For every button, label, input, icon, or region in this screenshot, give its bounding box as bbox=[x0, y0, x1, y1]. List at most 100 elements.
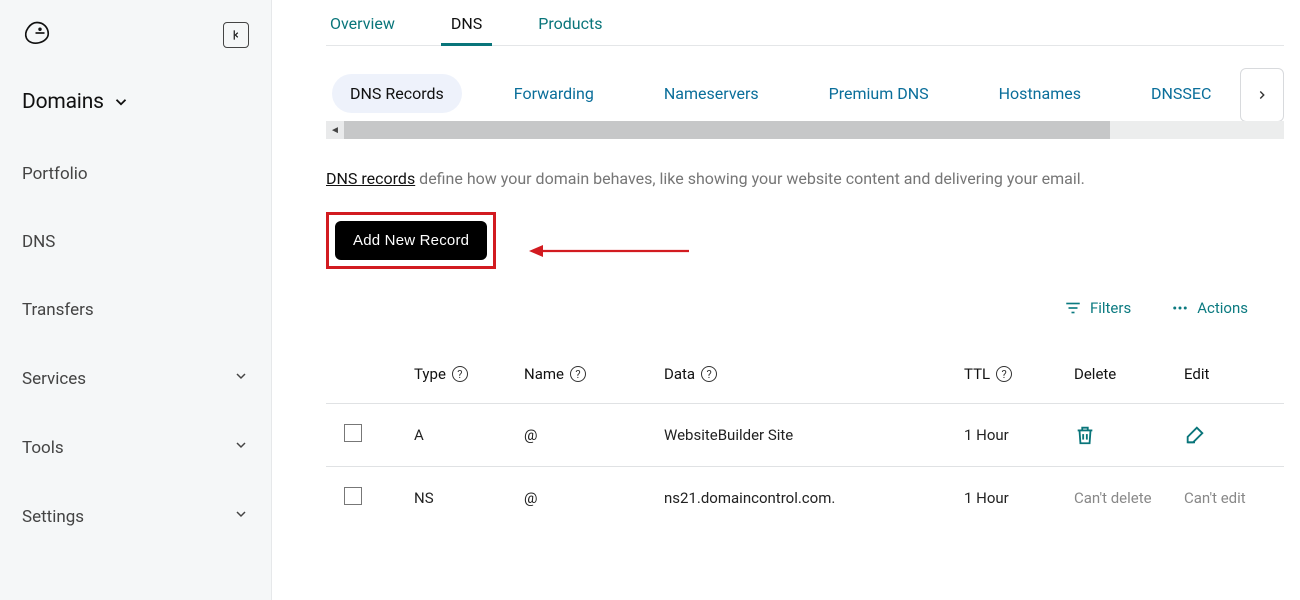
sidebar-item-label: Transfers bbox=[22, 300, 94, 320]
scrollbar-left-arrow-icon[interactable]: ◄ bbox=[326, 121, 344, 139]
subnav-scrollbar[interactable]: ◄ bbox=[326, 121, 1284, 139]
subnav-label: Premium DNS bbox=[829, 84, 929, 103]
col-edit: Edit bbox=[1184, 365, 1284, 383]
table-row: NS @ ns21.domaincontrol.com. 1 Hour Can'… bbox=[326, 467, 1284, 529]
row-ttl: 1 Hour bbox=[964, 489, 1074, 507]
subnav-forwarding[interactable]: Forwarding bbox=[496, 74, 612, 113]
collapse-sidebar-button[interactable] bbox=[223, 22, 249, 48]
tab-products[interactable]: Products bbox=[534, 14, 606, 45]
more-horizontal-icon bbox=[1171, 299, 1189, 317]
sidebar-item-portfolio[interactable]: Portfolio bbox=[0, 140, 271, 208]
subnav-label: Forwarding bbox=[514, 84, 594, 103]
filters-button[interactable]: Filters bbox=[1064, 299, 1131, 317]
col-delete: Delete bbox=[1074, 365, 1184, 383]
row-checkbox[interactable] bbox=[344, 487, 362, 505]
sidebar-heading-label: Domains bbox=[22, 90, 104, 114]
row-ttl: 1 Hour bbox=[964, 426, 1074, 444]
main-content: Overview DNS Products DNS Records Forwar… bbox=[272, 0, 1300, 600]
subnav: DNS Records Forwarding Nameservers Premi… bbox=[326, 74, 1284, 113]
help-icon[interactable]: ? bbox=[452, 366, 468, 382]
subnav-label: DNSSEC bbox=[1151, 84, 1211, 103]
sidebar-item-label: DNS bbox=[22, 232, 55, 252]
row-data: ns21.domaincontrol.com. bbox=[664, 489, 964, 507]
records-toolbar: Filters Actions bbox=[326, 299, 1284, 317]
chevron-down-icon bbox=[233, 506, 249, 527]
subnav-dnssec[interactable]: DNSSEC bbox=[1133, 74, 1229, 113]
row-delete-cell bbox=[1074, 424, 1184, 446]
tab-label: DNS bbox=[451, 14, 482, 33]
sidebar-item-label: Tools bbox=[22, 438, 64, 458]
row-delete-disabled: Can't delete bbox=[1074, 489, 1184, 507]
col-label: Edit bbox=[1184, 365, 1209, 383]
trash-icon[interactable] bbox=[1074, 424, 1096, 446]
subnav-label: Nameservers bbox=[664, 84, 759, 103]
table-header-row: Type ? Name ? Data ? TTL ? Delete Edit bbox=[326, 345, 1284, 404]
subnav-hostnames[interactable]: Hostnames bbox=[981, 74, 1099, 113]
sidebar-item-services[interactable]: Services bbox=[0, 344, 271, 413]
scrollbar-track-end bbox=[1110, 121, 1284, 139]
annotation-arrow-icon bbox=[529, 241, 689, 261]
col-ttl: TTL ? bbox=[964, 365, 1074, 383]
row-name: @ bbox=[524, 489, 664, 507]
col-data: Data ? bbox=[664, 365, 964, 383]
col-label: Data bbox=[664, 365, 695, 383]
subnav-wrap: DNS Records Forwarding Nameservers Premi… bbox=[326, 74, 1284, 139]
tab-label: Overview bbox=[330, 14, 395, 33]
col-name: Name ? bbox=[524, 365, 664, 383]
dns-records-link[interactable]: DNS records bbox=[326, 169, 415, 188]
chevron-right-icon bbox=[1255, 88, 1269, 102]
actions-label: Actions bbox=[1197, 299, 1248, 317]
help-icon[interactable]: ? bbox=[996, 366, 1012, 382]
col-label: Type bbox=[414, 365, 446, 383]
chevron-down-icon bbox=[233, 368, 249, 389]
dns-description-text: define how your domain behaves, like sho… bbox=[415, 169, 1085, 188]
row-checkbox-cell bbox=[344, 487, 414, 509]
sidebar: Domains Portfolio DNS Transfers Services… bbox=[0, 0, 272, 600]
sidebar-item-label: Settings bbox=[22, 507, 84, 527]
row-checkbox[interactable] bbox=[344, 424, 362, 442]
add-record-highlight-box: Add New Record bbox=[326, 212, 496, 269]
sidebar-item-dns[interactable]: DNS bbox=[0, 208, 271, 276]
sidebar-top bbox=[0, 18, 271, 82]
subnav-scroll-right-button[interactable] bbox=[1240, 68, 1284, 122]
tab-overview[interactable]: Overview bbox=[326, 14, 399, 45]
table-row: A @ WebsiteBuilder Site 1 Hour bbox=[326, 404, 1284, 467]
actions-button[interactable]: Actions bbox=[1171, 299, 1248, 317]
row-name: @ bbox=[524, 426, 664, 444]
subnav-premium-dns[interactable]: Premium DNS bbox=[811, 74, 947, 113]
sidebar-item-tools[interactable]: Tools bbox=[0, 413, 271, 482]
top-tabs: Overview DNS Products bbox=[326, 0, 1284, 46]
filters-label: Filters bbox=[1090, 299, 1131, 317]
col-label: TTL bbox=[964, 365, 990, 383]
sidebar-item-label: Services bbox=[22, 369, 86, 389]
edit-icon[interactable] bbox=[1184, 424, 1206, 446]
sidebar-heading-domains[interactable]: Domains bbox=[0, 82, 271, 140]
filter-icon bbox=[1064, 299, 1082, 317]
tab-dns[interactable]: DNS bbox=[447, 14, 486, 45]
subnav-label: Hostnames bbox=[999, 84, 1081, 103]
col-label: Delete bbox=[1074, 365, 1116, 383]
row-data: WebsiteBuilder Site bbox=[664, 426, 964, 444]
dns-records-table: Type ? Name ? Data ? TTL ? Delete Edit bbox=[326, 345, 1284, 529]
help-icon[interactable]: ? bbox=[570, 366, 586, 382]
tab-label: Products bbox=[538, 14, 602, 33]
subnav-dns-records[interactable]: DNS Records bbox=[332, 74, 462, 113]
row-edit-cell bbox=[1184, 424, 1284, 446]
row-edit-disabled: Can't edit bbox=[1184, 489, 1284, 507]
sidebar-item-label: Portfolio bbox=[22, 164, 88, 184]
sidebar-item-transfers[interactable]: Transfers bbox=[0, 276, 271, 344]
chevron-down-icon bbox=[233, 437, 249, 458]
row-type: A bbox=[414, 426, 524, 444]
sidebar-item-settings[interactable]: Settings bbox=[0, 482, 271, 551]
col-label: Name bbox=[524, 365, 564, 383]
subnav-nameservers[interactable]: Nameservers bbox=[646, 74, 777, 113]
add-new-record-button[interactable]: Add New Record bbox=[335, 221, 487, 260]
brand-logo-icon bbox=[22, 18, 52, 52]
row-checkbox-cell bbox=[344, 424, 414, 446]
subnav-label: DNS Records bbox=[350, 84, 444, 103]
help-icon[interactable]: ? bbox=[701, 366, 717, 382]
col-type: Type ? bbox=[414, 365, 524, 383]
dns-description: DNS records define how your domain behav… bbox=[326, 169, 1284, 188]
row-type: NS bbox=[414, 489, 524, 507]
chevron-down-icon bbox=[112, 93, 130, 111]
